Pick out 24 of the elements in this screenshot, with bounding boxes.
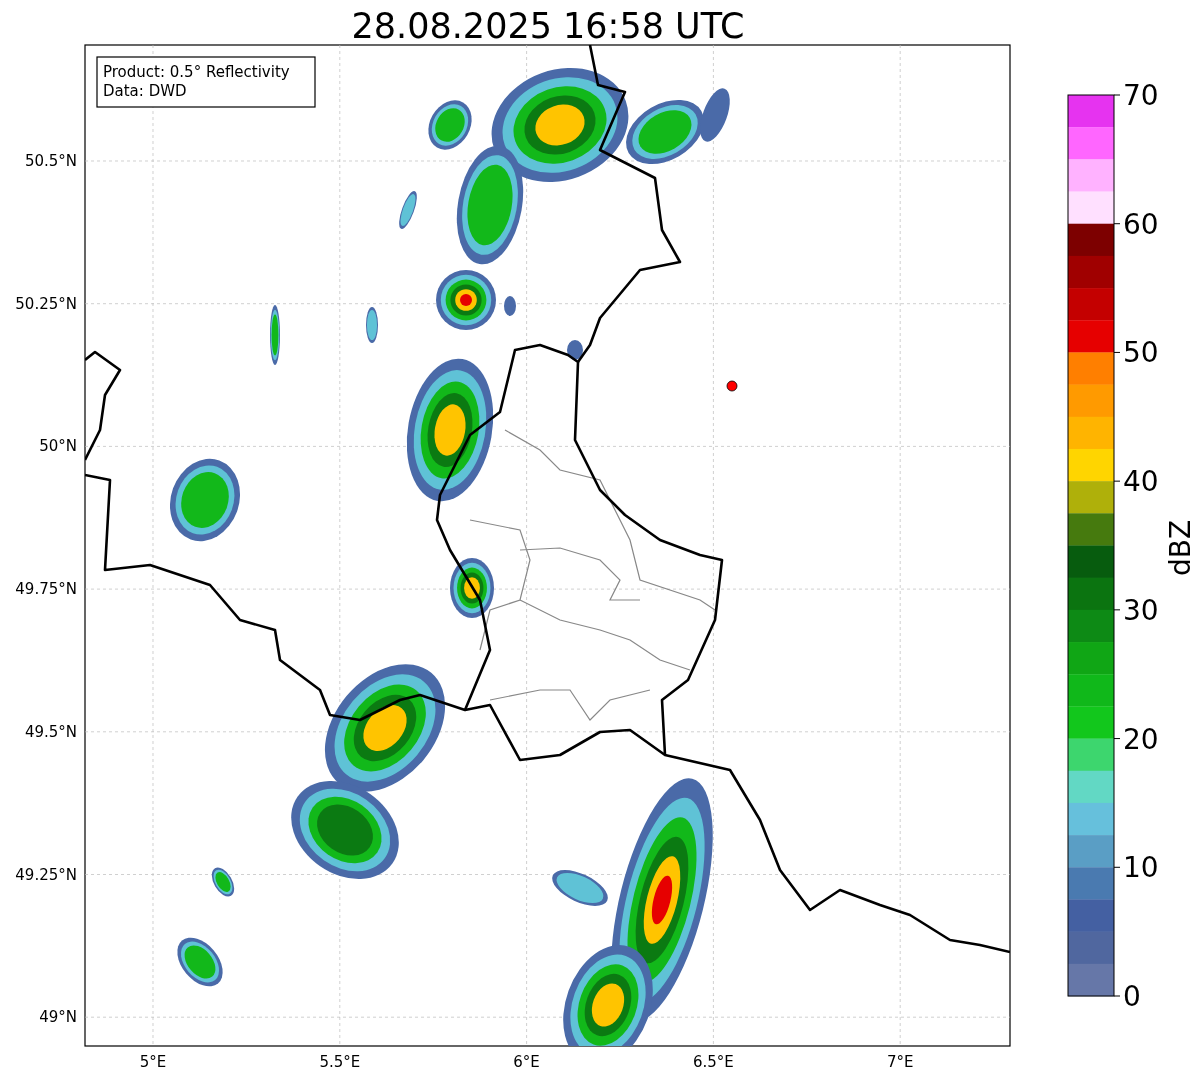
colorbar-tick-label: 20 — [1123, 722, 1159, 756]
axis-tick-label: 6°E — [513, 1053, 540, 1071]
colorbar-label: dBZ — [1164, 519, 1197, 577]
axis-tick-label: 49°N — [39, 1008, 77, 1027]
axis-tick-label: 49.75°N — [15, 580, 77, 599]
axis-tick-label: 50.5°N — [24, 152, 77, 170]
colorbar-tick-label: 30 — [1123, 593, 1159, 627]
axis-tick-label: 50°N — [39, 437, 77, 456]
info-text: Data: DWD — [103, 82, 187, 100]
colorbar-tick-label: 60 — [1123, 207, 1159, 241]
colorbar-tick-label: 70 — [1123, 79, 1159, 112]
chart-title: 28.08.2025 16:58 UTC — [351, 6, 745, 46]
axis-tick-label: 50.25°N — [15, 294, 77, 313]
colorbar-tick-label: 40 — [1123, 465, 1159, 499]
axis-tick-label: 49.5°N — [24, 722, 77, 741]
axis-tick-label: 6.5°E — [693, 1053, 734, 1071]
info-text: Product: 0.5° Reflectivity — [103, 63, 290, 81]
colorbar-tick-label: 10 — [1123, 851, 1159, 885]
axis-tick-label: 5°E — [139, 1053, 167, 1071]
axis-tick-label: 7°E — [886, 1053, 914, 1071]
colorbar-tick-label: 0 — [1123, 980, 1141, 1013]
axis-tick-label: 5.5°E — [319, 1053, 361, 1071]
axis-tick-label: 49.25°N — [15, 865, 77, 884]
colorbar-tick-label: 50 — [1123, 336, 1159, 370]
